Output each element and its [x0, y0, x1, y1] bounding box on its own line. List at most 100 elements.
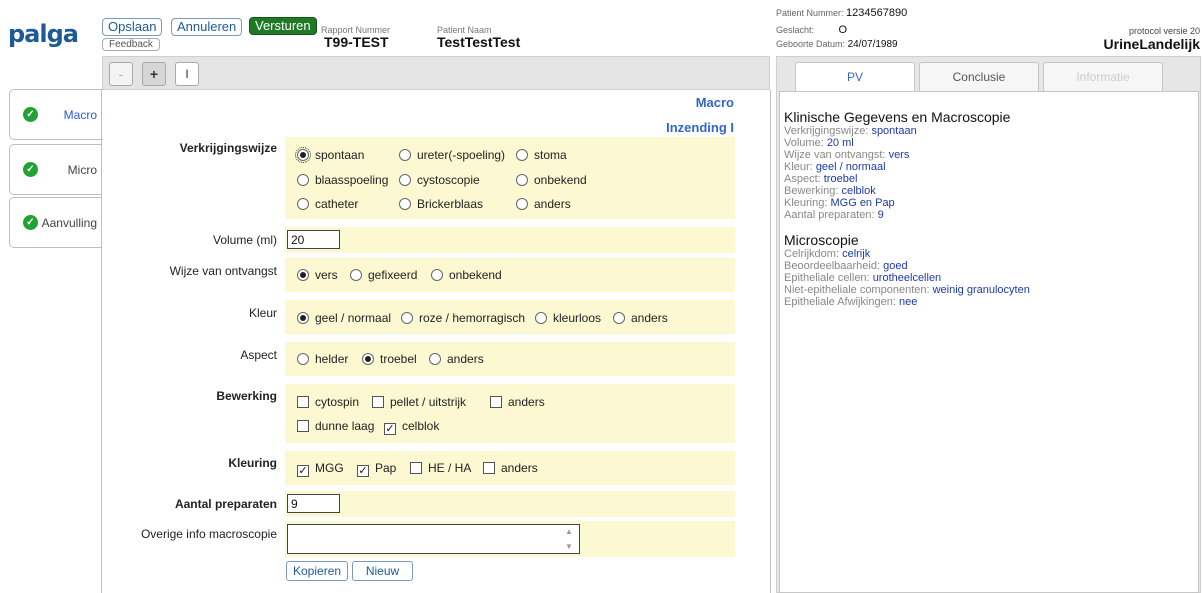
verkrijgingswijze-option[interactable]: catheter	[297, 197, 358, 211]
report-line-value: goed	[883, 260, 908, 272]
verkrijgingswijze-option[interactable]: Brickerblaas	[399, 197, 483, 211]
overige-label: Overige info macroscopie	[140, 527, 277, 541]
report-line: Wijze van ontvangst: vers	[784, 149, 1194, 161]
report-line-value: vers	[888, 149, 910, 161]
section-title: Macro	[695, 95, 734, 110]
radio-icon	[297, 353, 309, 365]
report-preview: Klinische Gegevens en Macroscopie Verkri…	[779, 91, 1199, 593]
copy-button[interactable]: Kopieren	[286, 561, 349, 581]
report-line-value: nee	[898, 296, 918, 308]
report-line-key: Aspect:	[784, 173, 821, 185]
ontvangst-label: Wijze van ontvangst	[169, 264, 277, 278]
report-line: Aantal preparaten: 9	[784, 209, 1194, 221]
kleuring-label: Kleuring	[228, 456, 277, 470]
new-button[interactable]: Nieuw	[352, 561, 413, 581]
kleuring-option[interactable]: ✓ MGG	[297, 461, 344, 477]
check-icon: ✓	[23, 162, 38, 177]
sidebar-item-label: Macro	[63, 108, 97, 122]
check-icon: ✓	[23, 107, 38, 122]
protocol-name: UrineLandelijk	[1103, 36, 1200, 52]
report-line-key: Kleur:	[784, 161, 813, 173]
sidebar-item-aanvulling[interactable]: ✓ Aanvulling	[9, 197, 101, 248]
radio-icon	[429, 353, 441, 365]
feedback-button[interactable]: Feedback	[102, 38, 160, 51]
report-line-value: spontaan	[871, 125, 917, 137]
radio-icon	[401, 312, 413, 324]
add-inzending-button[interactable]: +	[142, 62, 166, 86]
report-lines: Verkrijgingswijze: spontaan Volume: 20 ml…	[784, 125, 1194, 221]
report-line-key: Volume:	[784, 137, 824, 149]
ontvangst-option[interactable]: onbekend	[431, 268, 502, 282]
report-line: Volume: 20 ml	[784, 137, 1194, 149]
ontvangst-option[interactable]: gefixeerd	[350, 268, 417, 282]
radio-icon	[399, 198, 411, 210]
kleuring-option[interactable]: ✓ Pap	[357, 461, 396, 477]
kleuring-option[interactable]: anders	[483, 461, 538, 475]
bewerking-option[interactable]: anders	[490, 395, 545, 409]
aantal-input[interactable]	[287, 494, 340, 513]
radio-icon	[516, 149, 528, 161]
report-line: Kleuring: MGG en Pap	[784, 197, 1194, 209]
report-line: Bewerking: celblok	[784, 185, 1194, 197]
sidebar-item-macro[interactable]: ✓ Macro	[9, 89, 103, 140]
verkrijgingswijze-option[interactable]: onbekend	[516, 173, 587, 187]
remove-inzending-button[interactable]: -	[109, 62, 133, 86]
checkbox-icon	[297, 420, 309, 432]
radio-icon	[399, 174, 411, 186]
kleuring-option[interactable]: HE / HA	[410, 461, 471, 475]
volume-input[interactable]	[287, 230, 340, 249]
bewerking-option[interactable]: dunne laag	[297, 419, 374, 433]
report-line-key: Beoordeelbaarheid:	[784, 260, 881, 272]
save-button[interactable]: Opslaan	[102, 18, 163, 36]
aspect-option[interactable]: helder	[297, 352, 348, 366]
report-line-value: 20 ml	[826, 137, 854, 149]
kleur-option[interactable]: roze / hemorragisch	[401, 311, 525, 325]
bewerking-option[interactable]: cytospin	[297, 395, 359, 409]
report-line-key: Kleuring:	[784, 197, 828, 209]
bewerking-option[interactable]: ✓ celblok	[384, 419, 439, 435]
bewerking-option[interactable]: pellet / uitstrijk	[372, 395, 466, 409]
tab-pv[interactable]: PV	[795, 62, 915, 93]
gender-label: Geslacht:	[776, 25, 815, 35]
report-line-value: celblok	[841, 185, 876, 197]
checkmark-icon: ✓	[384, 423, 396, 435]
report-line: Kleur: geel / normaal	[784, 161, 1194, 173]
verkrijgingswijze-option[interactable]: spontaan	[295, 147, 364, 163]
send-button[interactable]: Versturen	[249, 17, 317, 35]
ontvangst-option[interactable]: vers	[297, 268, 338, 282]
report-line: Epitheliale Afwijkingen: nee	[784, 296, 1194, 308]
kleur-label: Kleur	[248, 306, 277, 320]
radio-icon	[431, 269, 443, 281]
inzending-i-button[interactable]: I	[175, 62, 199, 86]
kleur-option[interactable]: anders	[613, 311, 668, 325]
aantal-field	[285, 491, 735, 517]
kleur-option[interactable]: geel / normaal	[297, 311, 391, 325]
overige-textarea[interactable]	[287, 524, 580, 554]
radio-icon	[350, 269, 362, 281]
verkrijgingswijze-option[interactable]: blaasspoeling	[297, 173, 388, 187]
patient-number-row: Patient Nummer: 1234567890	[776, 7, 907, 19]
sidebar-item-label: Micro	[67, 163, 97, 177]
bewerking-label: Bewerking	[216, 389, 277, 403]
report-line: Aspect: troebel	[784, 173, 1194, 185]
report-lines: Celrijkdom: celrijk Beoordeelbaarheid: go…	[784, 248, 1194, 308]
report-heading: Microscopie	[784, 232, 859, 248]
aspect-option[interactable]: anders	[429, 352, 484, 366]
aspect-option[interactable]: troebel	[362, 352, 417, 366]
report-heading: Klinische Gegevens en Macroscopie	[784, 109, 1011, 125]
verkrijgingswijze-option[interactable]: ureter(-spoeling)	[399, 148, 505, 162]
cancel-button[interactable]: Annuleren	[171, 18, 243, 36]
tab-conclusie[interactable]: Conclusie	[919, 62, 1039, 92]
form-toolbar: - + I	[102, 56, 770, 90]
report-line-key: Bewerking:	[784, 185, 839, 197]
verkrijgingswijze-option[interactable]: cystoscopie	[399, 173, 480, 187]
report-line-key: Aantal preparaten:	[784, 209, 875, 221]
bewerking-field	[285, 384, 735, 443]
sidebar-item-label: Aanvulling	[41, 216, 97, 230]
verkrijgingswijze-option[interactable]: stoma	[516, 148, 567, 162]
radio-selected-icon	[297, 269, 309, 281]
verkrijgingswijze-option[interactable]: anders	[516, 197, 571, 211]
report-line: Celrijkdom: celrijk	[784, 248, 1194, 260]
sidebar-item-micro[interactable]: ✓ Micro	[9, 144, 101, 195]
kleur-option[interactable]: kleurloos	[535, 311, 601, 325]
